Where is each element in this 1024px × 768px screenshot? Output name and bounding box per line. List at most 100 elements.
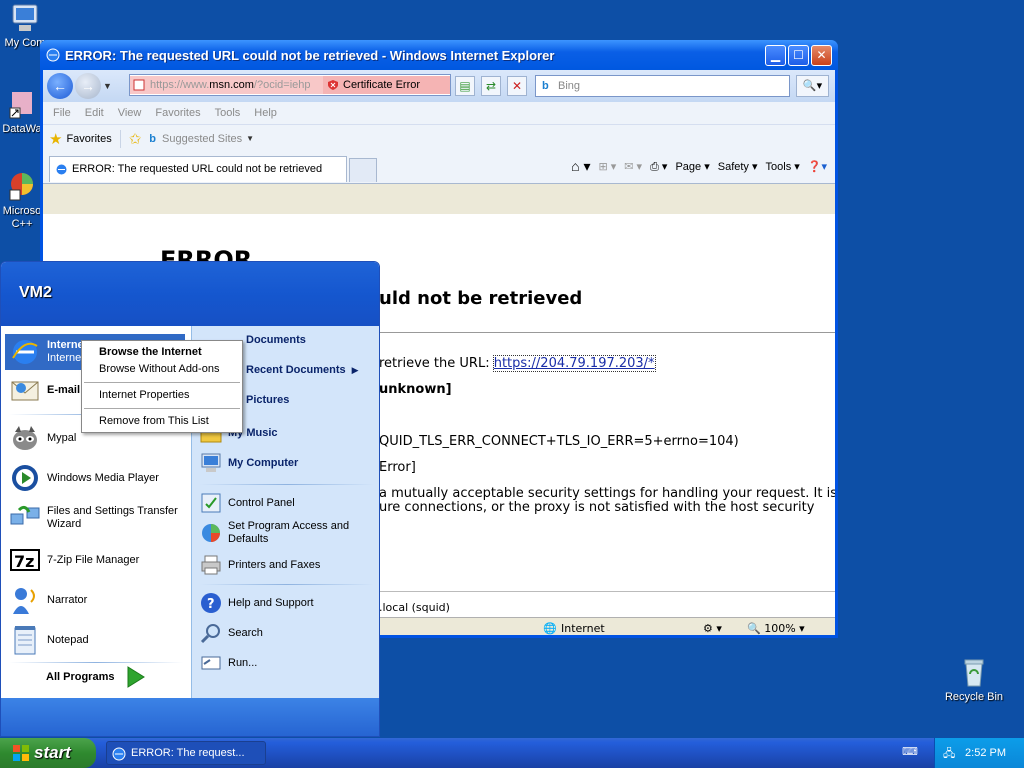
keyboard-icon[interactable]: ⌨ bbox=[902, 745, 918, 758]
network-icon[interactable]: 🖧 bbox=[943, 745, 955, 764]
menu-bar: File Edit View Favorites Tools Help bbox=[43, 102, 835, 124]
start-item-title: Run... bbox=[228, 657, 258, 669]
context-item-remove[interactable]: Remove from This List bbox=[99, 415, 209, 427]
help-icon: ? bbox=[201, 593, 221, 613]
desktop-icon-microsoft-cpp[interactable]: Microso C++ bbox=[0, 170, 44, 231]
start-menu-footer bbox=[1, 698, 379, 736]
start-item-title: Mypal bbox=[47, 432, 77, 444]
print-icon[interactable]: ⎙ ▾ bbox=[650, 160, 667, 174]
minimize-button[interactable]: ▁ bbox=[765, 44, 786, 66]
context-separator bbox=[84, 408, 240, 409]
error-type: Error] bbox=[379, 460, 416, 475]
zoom-control[interactable]: 🔍 100% ▾ bbox=[747, 622, 805, 635]
start-item-program-access[interactable]: Set Program Access and Defaults bbox=[200, 520, 370, 546]
start-item-documents[interactable]: Documents bbox=[232, 334, 306, 346]
context-item-browse[interactable]: Browse the Internet bbox=[99, 346, 202, 358]
error-url-text: retrieve the URL: bbox=[379, 356, 494, 371]
favorites-button[interactable]: ★ Favorites bbox=[49, 129, 121, 148]
home-icon[interactable]: ⌂ ▾ bbox=[571, 158, 590, 175]
start-item-mypal[interactable]: Mypal bbox=[9, 422, 76, 454]
protected-mode-icon[interactable]: ⚙ ▾ bbox=[703, 622, 722, 635]
help-icon[interactable]: ❓▾ bbox=[808, 160, 827, 173]
page-menu[interactable]: Page ▾ bbox=[675, 160, 709, 173]
error-url-line: retrieve the URL: https://204.79.197.203… bbox=[379, 355, 656, 372]
menu-edit[interactable]: Edit bbox=[85, 107, 104, 119]
tab-title: ERROR: The requested URL could not be re… bbox=[72, 163, 323, 175]
start-item-files-transfer[interactable]: Files and Settings Transfer Wizard bbox=[9, 502, 187, 534]
start-item-windows-media-player[interactable]: Windows Media Player bbox=[9, 462, 159, 494]
clock[interactable]: 2:52 PM bbox=[965, 747, 1006, 759]
refresh-button[interactable]: ⇄ bbox=[481, 76, 501, 96]
start-item-computer[interactable]: My Computer bbox=[200, 452, 298, 474]
start-item-narrator[interactable]: Narrator bbox=[9, 584, 87, 616]
start-item-email[interactable]: E-mail bbox=[9, 374, 80, 406]
start-item-printers[interactable]: Printers and Faxes bbox=[200, 554, 320, 576]
context-menu: Browse the Internet Browse Without Add-o… bbox=[81, 340, 243, 433]
error-url-link[interactable]: https://204.79.197.203/* bbox=[492, 355, 656, 372]
close-button[interactable]: ✕ bbox=[811, 44, 832, 66]
suggested-sites-button[interactable]: b Suggested Sites ▼ bbox=[149, 133, 254, 145]
new-tab-button[interactable] bbox=[349, 158, 377, 182]
start-button[interactable]: start bbox=[0, 738, 96, 768]
menu-tools[interactable]: Tools bbox=[215, 107, 241, 119]
stop-button[interactable]: ✕ bbox=[507, 76, 527, 96]
separator bbox=[9, 662, 183, 663]
search-icon bbox=[200, 624, 220, 644]
start-item-help[interactable]: ? Help and Support bbox=[200, 592, 314, 614]
feeds-icon[interactable]: ⊞ ▾ bbox=[598, 160, 616, 173]
back-button[interactable]: ← bbox=[47, 73, 73, 99]
search-button[interactable]: 🔍▾ bbox=[796, 75, 829, 97]
search-box[interactable]: b Bing bbox=[535, 75, 790, 97]
address-prefix: https://www. bbox=[150, 79, 210, 91]
bing-icon: b bbox=[149, 132, 157, 145]
page-menu-label: Page bbox=[675, 161, 702, 173]
start-item-title: Windows Media Player bbox=[47, 472, 159, 484]
ie-icon bbox=[112, 747, 126, 761]
history-dropdown-icon[interactable]: ▼ bbox=[103, 81, 112, 91]
start-item-control-panel[interactable]: Control Panel bbox=[200, 492, 295, 514]
bing-icon: b bbox=[542, 80, 549, 92]
add-favorites-icon[interactable]: ✩ bbox=[129, 130, 142, 148]
context-item-internet-properties[interactable]: Internet Properties bbox=[99, 389, 190, 401]
ie-icon bbox=[56, 164, 67, 175]
start-item-recent-documents[interactable]: Recent Documents ▶ bbox=[232, 364, 359, 376]
globe-icon: 🌐 bbox=[543, 622, 557, 635]
error-unknown: unknown] bbox=[379, 382, 452, 397]
start-item-run[interactable]: Run... bbox=[200, 652, 257, 674]
compatibility-view-button[interactable]: ▤ bbox=[455, 76, 475, 96]
start-item-7zip[interactable]: 7z 7-Zip File Manager bbox=[9, 544, 139, 576]
mail-icon[interactable]: ✉ ▾ bbox=[624, 160, 642, 173]
start-item-title: Printers and Faxes bbox=[228, 559, 321, 571]
menu-help[interactable]: Help bbox=[254, 107, 277, 119]
search-icon: 🔍▾ bbox=[802, 80, 823, 92]
context-item-browse-no-addons[interactable]: Browse Without Add-ons bbox=[99, 363, 219, 375]
media-player-icon bbox=[12, 465, 38, 491]
address-bar[interactable]: https://www.msn.com/?ocid=iehp Certifica… bbox=[129, 74, 451, 96]
certificate-error-button[interactable]: Certificate Error bbox=[323, 76, 450, 94]
start-item-title: Help and Support bbox=[228, 597, 314, 609]
ie-titlebar[interactable]: ERROR: The requested URL could not be re… bbox=[40, 40, 838, 70]
start-item-title: Documents bbox=[246, 334, 306, 346]
desktop-icon-datawa[interactable]: DataWa bbox=[0, 88, 44, 136]
program-access-icon bbox=[202, 524, 220, 542]
tools-menu[interactable]: Tools ▾ bbox=[766, 160, 800, 173]
start-item-title: Search bbox=[228, 627, 263, 639]
favorites-bar: ★ Favorites ✩ b Suggested Sites ▼ bbox=[43, 124, 835, 152]
start-item-search[interactable]: Search bbox=[200, 622, 263, 644]
tab-active[interactable]: ERROR: The requested URL could not be re… bbox=[49, 156, 347, 182]
taskbar-item-ie[interactable]: ERROR: The request... bbox=[106, 741, 266, 765]
desktop-icon-recycle-bin[interactable]: Recycle Bin bbox=[936, 656, 1012, 704]
start-item-notepad[interactable]: Notepad bbox=[9, 624, 89, 656]
safety-menu[interactable]: Safety ▾ bbox=[718, 160, 758, 173]
maximize-button[interactable]: ☐ bbox=[788, 44, 809, 66]
start-item-title: Pictures bbox=[246, 394, 290, 406]
chevron-right-icon: ▶ bbox=[351, 364, 359, 375]
menu-favorites[interactable]: Favorites bbox=[155, 107, 200, 119]
address-host: msn.com bbox=[209, 79, 254, 91]
tools-menu-label: Tools bbox=[765, 161, 792, 173]
menu-view[interactable]: View bbox=[118, 107, 142, 119]
menu-file[interactable]: File bbox=[53, 107, 71, 119]
forward-button[interactable]: → bbox=[75, 73, 101, 99]
context-separator bbox=[84, 382, 240, 383]
all-programs-button[interactable]: All Programs bbox=[46, 666, 146, 688]
